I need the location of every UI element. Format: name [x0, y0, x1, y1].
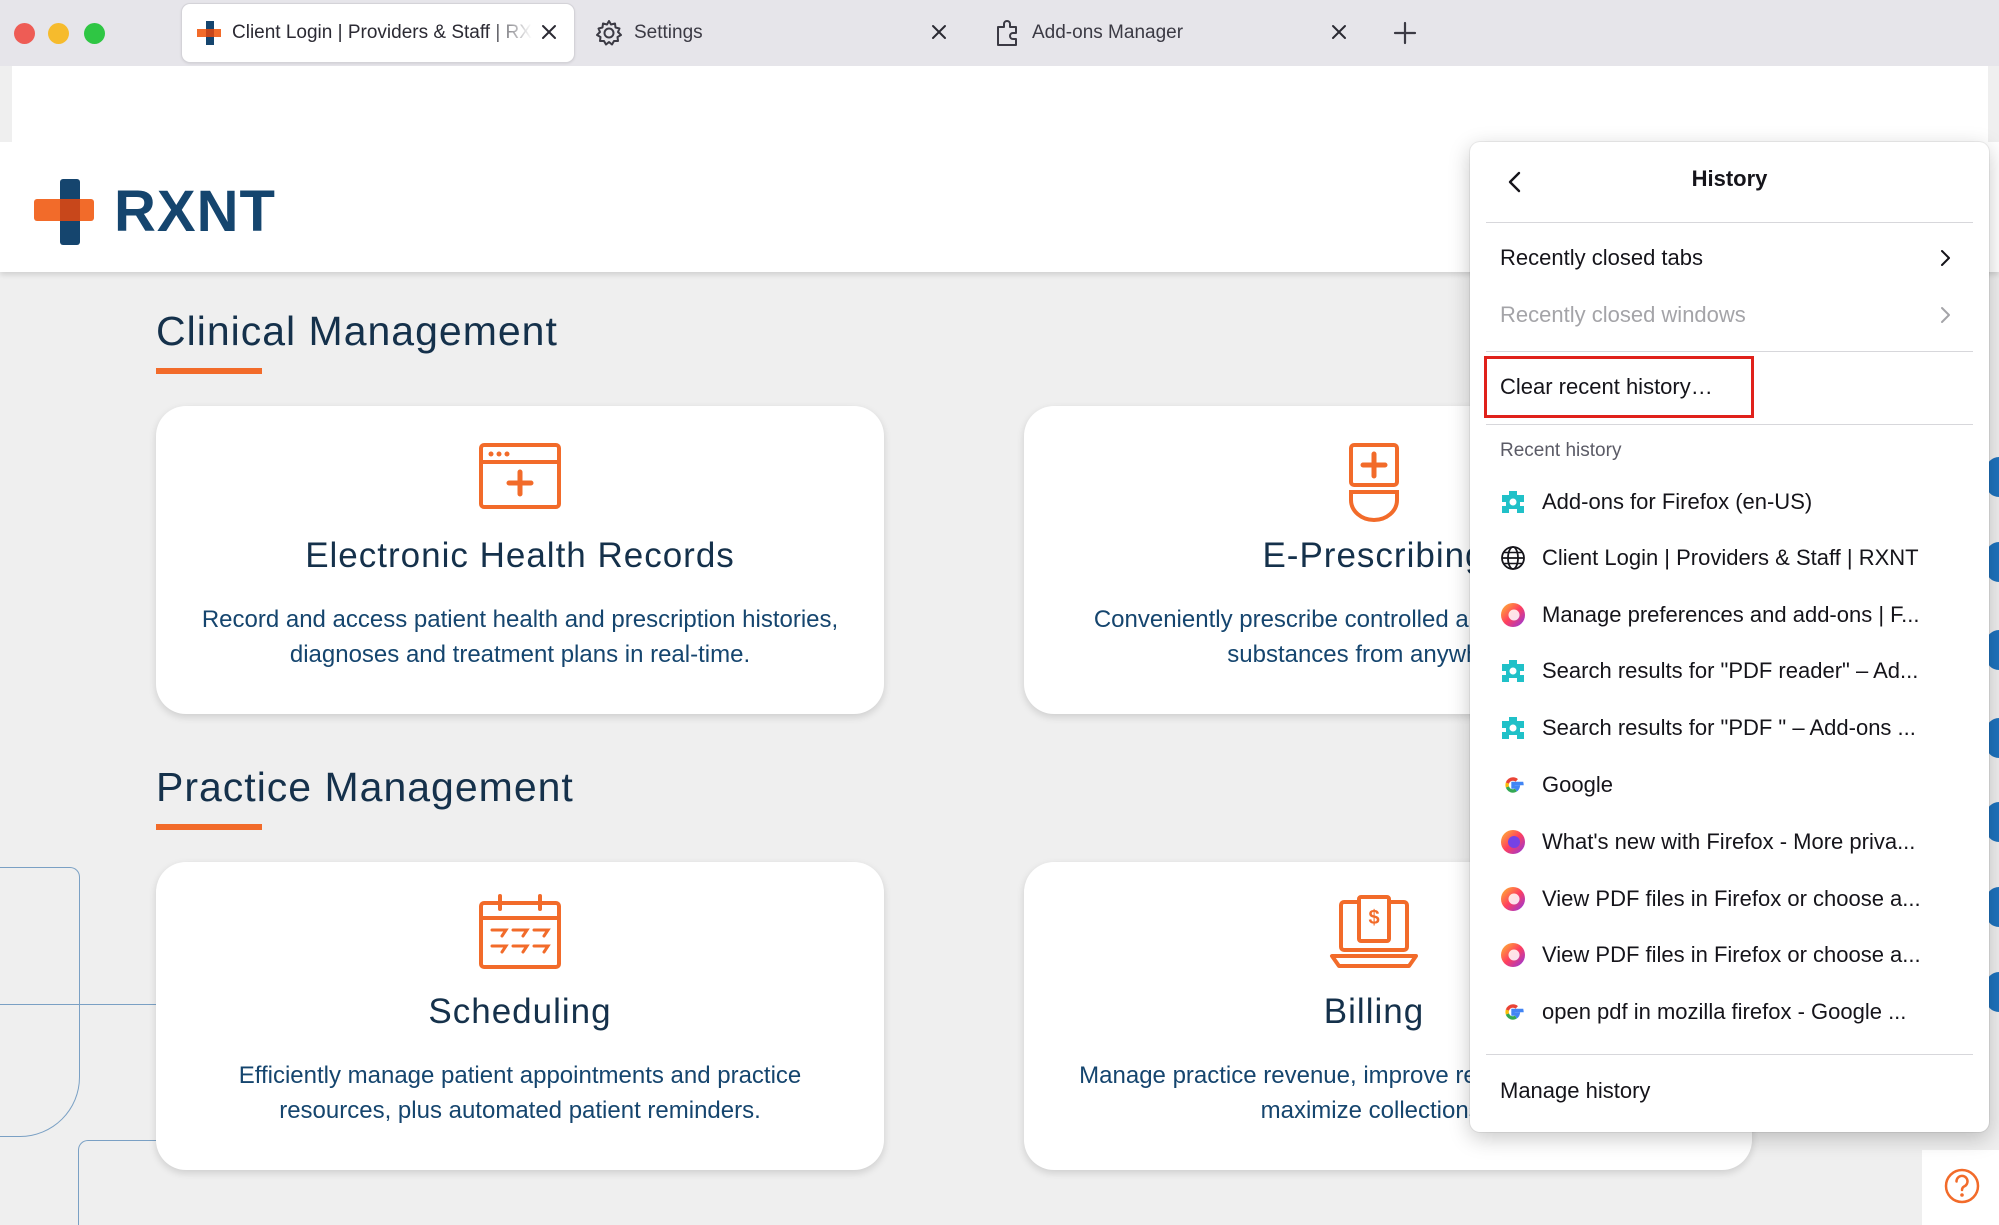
- tab-label: Add-ons Manager: [1032, 22, 1184, 43]
- firefox-icon: [1501, 830, 1525, 854]
- history-item[interactable]: View PDF files in Firefox or choose a...: [1486, 930, 1973, 980]
- decorative-line: [0, 867, 80, 1137]
- rxnt-cross-icon: [197, 21, 221, 45]
- help-button[interactable]: [1922, 1150, 1999, 1225]
- divider: [1486, 1054, 1973, 1055]
- google-icon: [1505, 777, 1524, 793]
- chevron-right-icon: [1941, 250, 1950, 266]
- history-item[interactable]: Search results for "PDF reader" – Ad...: [1486, 646, 1973, 696]
- history-item[interactable]: Client Login | Providers & Staff | RXNT: [1486, 533, 1973, 583]
- minimize-window-button[interactable]: [48, 23, 69, 44]
- close-icon[interactable]: [928, 21, 950, 43]
- new-tab-button[interactable]: [1392, 20, 1418, 46]
- history-item-label: What's new with Firefox - More priva...: [1542, 829, 1916, 854]
- tab-label: Client Login | Providers & Staff | RXNT: [232, 22, 532, 43]
- manage-history-item[interactable]: Manage history: [1486, 1066, 1973, 1116]
- history-item[interactable]: open pdf in mozilla firefox - Google ...: [1486, 987, 1973, 1037]
- logo-text: RXNT: [114, 179, 276, 244]
- section-title: Practice Management: [156, 764, 574, 810]
- globe-icon: [1501, 546, 1525, 570]
- divider: [1486, 351, 1973, 352]
- firefox-icon: [1501, 603, 1525, 627]
- tab-settings[interactable]: Settings: [584, 4, 964, 62]
- history-item-label: View PDF files in Firefox or choose a...: [1542, 942, 1921, 967]
- navigation-toolbar: [12, 66, 1988, 142]
- history-item[interactable]: Search results for "PDF " – Add-ons ...: [1486, 703, 1973, 753]
- menu-item-label: Recently closed tabs: [1500, 245, 1703, 270]
- svg-text:$: $: [1368, 907, 1379, 929]
- addons-puzzle-icon: [1502, 717, 1524, 739]
- close-icon[interactable]: [538, 21, 560, 43]
- addons-puzzle-icon: [1502, 660, 1524, 682]
- history-item-label: open pdf in mozilla firefox - Google ...: [1542, 999, 1907, 1024]
- card-scheduling[interactable]: Scheduling Efficiently manage patient ap…: [156, 862, 884, 1170]
- puzzle-icon: [997, 20, 1017, 46]
- history-item-label: View PDF files in Firefox or choose a...: [1542, 886, 1921, 911]
- recently-closed-tabs-item[interactable]: Recently closed tabs: [1486, 233, 1973, 283]
- tab-label: Settings: [634, 22, 703, 43]
- menu-item-label: Manage history: [1500, 1078, 1651, 1103]
- decorative-line: [0, 1004, 170, 1005]
- card-description: Efficiently manage patient appointments …: [238, 1062, 802, 1124]
- history-item-label: Manage preferences and add-ons | F...: [1542, 602, 1920, 627]
- history-item[interactable]: What's new with Firefox - More priva...: [1486, 817, 1973, 867]
- close-icon[interactable]: [1328, 21, 1350, 43]
- chevron-right-icon: [1941, 307, 1950, 323]
- ehr-icon: [479, 443, 561, 509]
- card-description: Record and access patient health and pre…: [201, 606, 839, 668]
- gear-icon: [596, 20, 622, 46]
- prescription-icon: [1349, 443, 1399, 522]
- section-underline: [156, 824, 262, 830]
- firefox-icon: [1501, 887, 1525, 911]
- billing-icon: $: [1330, 895, 1418, 968]
- section-underline: [156, 368, 262, 374]
- menu-item-label: Recently closed windows: [1500, 302, 1746, 327]
- addons-puzzle-icon: [1502, 491, 1524, 513]
- card-title: Electronic Health Records: [305, 536, 735, 575]
- recently-closed-windows-item[interactable]: Recently closed windows: [1486, 290, 1973, 340]
- panel-header: History: [1470, 142, 1989, 222]
- divider: [1486, 222, 1973, 223]
- card-title: Scheduling: [428, 992, 612, 1031]
- history-item-label: Google: [1542, 772, 1613, 797]
- annotation-highlight-box: [1484, 356, 1754, 418]
- history-item-label: Client Login | Providers & Staff | RXNT: [1542, 545, 1919, 570]
- rxnt-logo[interactable]: RXNT: [34, 178, 276, 245]
- calendar-icon: [479, 894, 561, 969]
- rxnt-logo-mark: [34, 178, 94, 245]
- help-icon: [1944, 1168, 1980, 1204]
- zoom-window-button[interactable]: [84, 23, 105, 44]
- tab-client-login[interactable]: Client Login | Providers & Staff | RXNT: [182, 4, 574, 62]
- history-item[interactable]: View PDF files in Firefox or choose a...: [1486, 874, 1973, 924]
- tab-addons-manager[interactable]: Add-ons Manager: [984, 4, 1364, 62]
- recent-history-heading: Recent history: [1500, 440, 1622, 461]
- panel-title: History: [1691, 166, 1768, 191]
- history-item[interactable]: Manage preferences and add-ons | F...: [1486, 590, 1973, 640]
- history-item[interactable]: Add-ons for Firefox (en-US): [1486, 477, 1973, 527]
- history-item-label: Search results for "PDF " – Add-ons ...: [1542, 715, 1916, 740]
- history-item[interactable]: Google: [1486, 760, 1973, 810]
- google-icon: [1505, 1004, 1524, 1020]
- history-item-label: Add-ons for Firefox (en-US): [1542, 489, 1813, 514]
- divider: [1486, 424, 1973, 425]
- firefox-icon: [1501, 943, 1525, 967]
- history-item-label: Search results for "PDF reader" – Ad...: [1542, 658, 1919, 683]
- tab-strip: Client Login | Providers & Staff | RXNT …: [0, 0, 1999, 66]
- card-electronic-health-records[interactable]: Electronic Health Records Record and acc…: [156, 406, 884, 714]
- section-title: Clinical Management: [156, 308, 558, 354]
- close-window-button[interactable]: [14, 23, 35, 44]
- history-panel: History Recently closed tabs Recently cl…: [1470, 142, 1989, 1132]
